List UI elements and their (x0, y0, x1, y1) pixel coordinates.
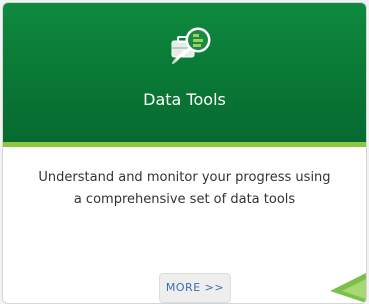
arrow-left-icon[interactable] (322, 259, 366, 303)
data-tools-icon (171, 27, 211, 64)
more-button[interactable]: MORE >> (159, 273, 231, 303)
card-title: Data Tools (143, 90, 226, 109)
card-header: Data Tools (3, 3, 366, 147)
card-description: Understand and monitor your progress usi… (38, 170, 331, 207)
data-tools-card: Data Tools Understand and monitor your p… (2, 2, 367, 304)
